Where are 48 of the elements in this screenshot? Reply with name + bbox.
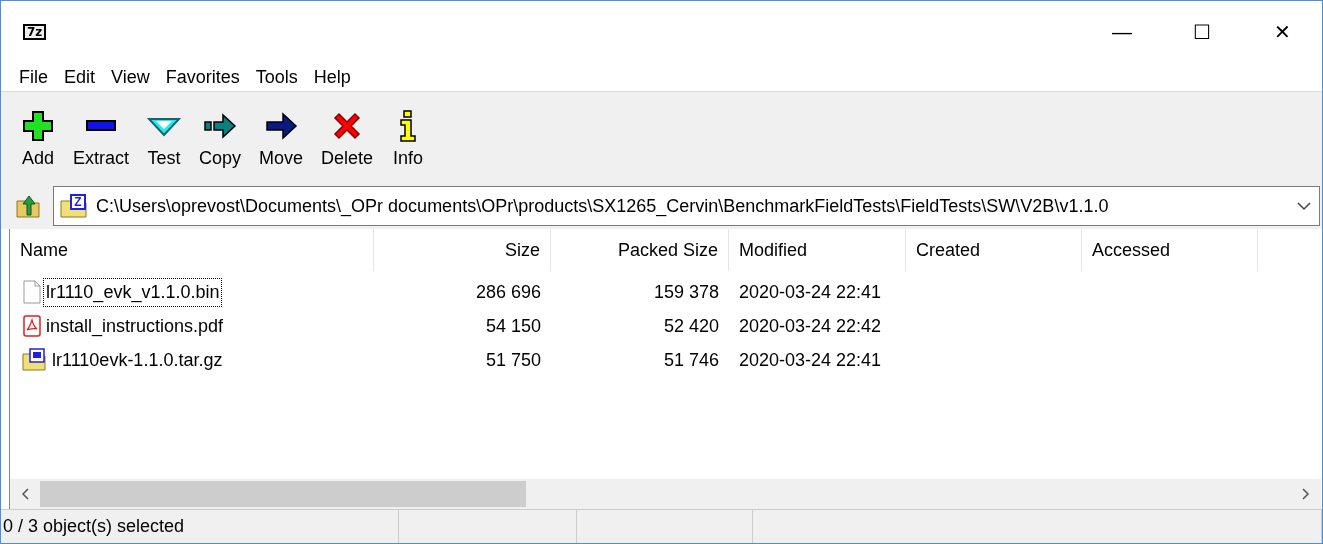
chevron-down-icon[interactable] [1297,201,1311,211]
address-field[interactable]: Z C:\Users\oprevost\Documents\_OPr documents\OPr\products\SX1265_Cervin\BenchmarkFieldTests\FieldTests\SW\V2B\v1.1.0 [53,186,1320,226]
column-header[interactable]: Modified [729,229,906,271]
table-cell-text: 286 696 [475,280,541,304]
file-name[interactable]: lr1110evk-1.1.0.tar.gz [49,345,226,375]
plus-icon [21,108,55,143]
menu-item[interactable]: View [103,68,158,86]
table-cell-text: 52 420 [663,314,719,338]
column-header[interactable]: Name [10,229,374,271]
toolbar-button[interactable]: Extract [65,108,137,167]
pdf-icon [22,314,42,338]
column-header[interactable]: Packed Size [551,229,729,271]
column-header[interactable]: Size [374,229,551,271]
table-cell-text: 51 746 [663,348,719,372]
menu-item[interactable]: Favorites [157,68,248,86]
toolbar-button[interactable]: Delete [313,108,382,167]
file-icon [22,280,42,304]
table-cell-text: 51 750 [485,348,541,372]
menu-item[interactable]: Help [305,68,359,86]
column-header[interactable]: Accessed [1082,229,1258,271]
horizontal-scrollbar[interactable] [10,479,1321,509]
file-name[interactable]: install_instructions.pdf [43,311,227,341]
scrollbar-thumb[interactable] [40,481,526,507]
menu-item[interactable]: Edit [56,68,104,86]
folder-up-icon[interactable] [15,193,41,219]
toolbar-button[interactable]: Copy [191,108,250,167]
table-cell-text: 2020-03-24 22:41 [739,348,882,372]
app-logo: 7z [23,24,47,40]
toolbar-button[interactable]: Info [383,108,434,167]
status-text: 0 / 3 object(s) selected [3,515,185,538]
minus-icon [86,120,116,131]
archive-icon [22,348,48,372]
toolbar-button[interactable]: Move [251,108,312,167]
archive-badge: Z [70,194,86,210]
column-header[interactable]: Created [906,229,1082,271]
file-name[interactable]: lr1110_evk_v1.1.0.bin [43,277,223,307]
toolbar-button[interactable]: Test [139,108,189,167]
maximize-button[interactable]: ☐ [1162,1,1242,63]
table-cell-text: 2020-03-24 22:42 [739,314,882,338]
menu-item[interactable]: File [11,68,56,86]
table-cell-text: 2020-03-24 22:41 [739,280,882,304]
table-cell-text: 159 378 [653,280,719,304]
close-button[interactable]: ✕ [1242,1,1322,63]
table-cell-text: 54 150 [485,314,541,338]
toolbar-button[interactable]: Add [13,108,63,167]
path-text: C:\Users\oprevost\Documents\_OPr documents\OPr\products\SX1265_Cervin\BenchmarkFieldTests\FieldTests\SW\V2B\v1.1.0 [96,194,1110,219]
menu-item[interactable]: Tools [247,68,306,86]
minimize-button[interactable]: — [1082,1,1162,63]
